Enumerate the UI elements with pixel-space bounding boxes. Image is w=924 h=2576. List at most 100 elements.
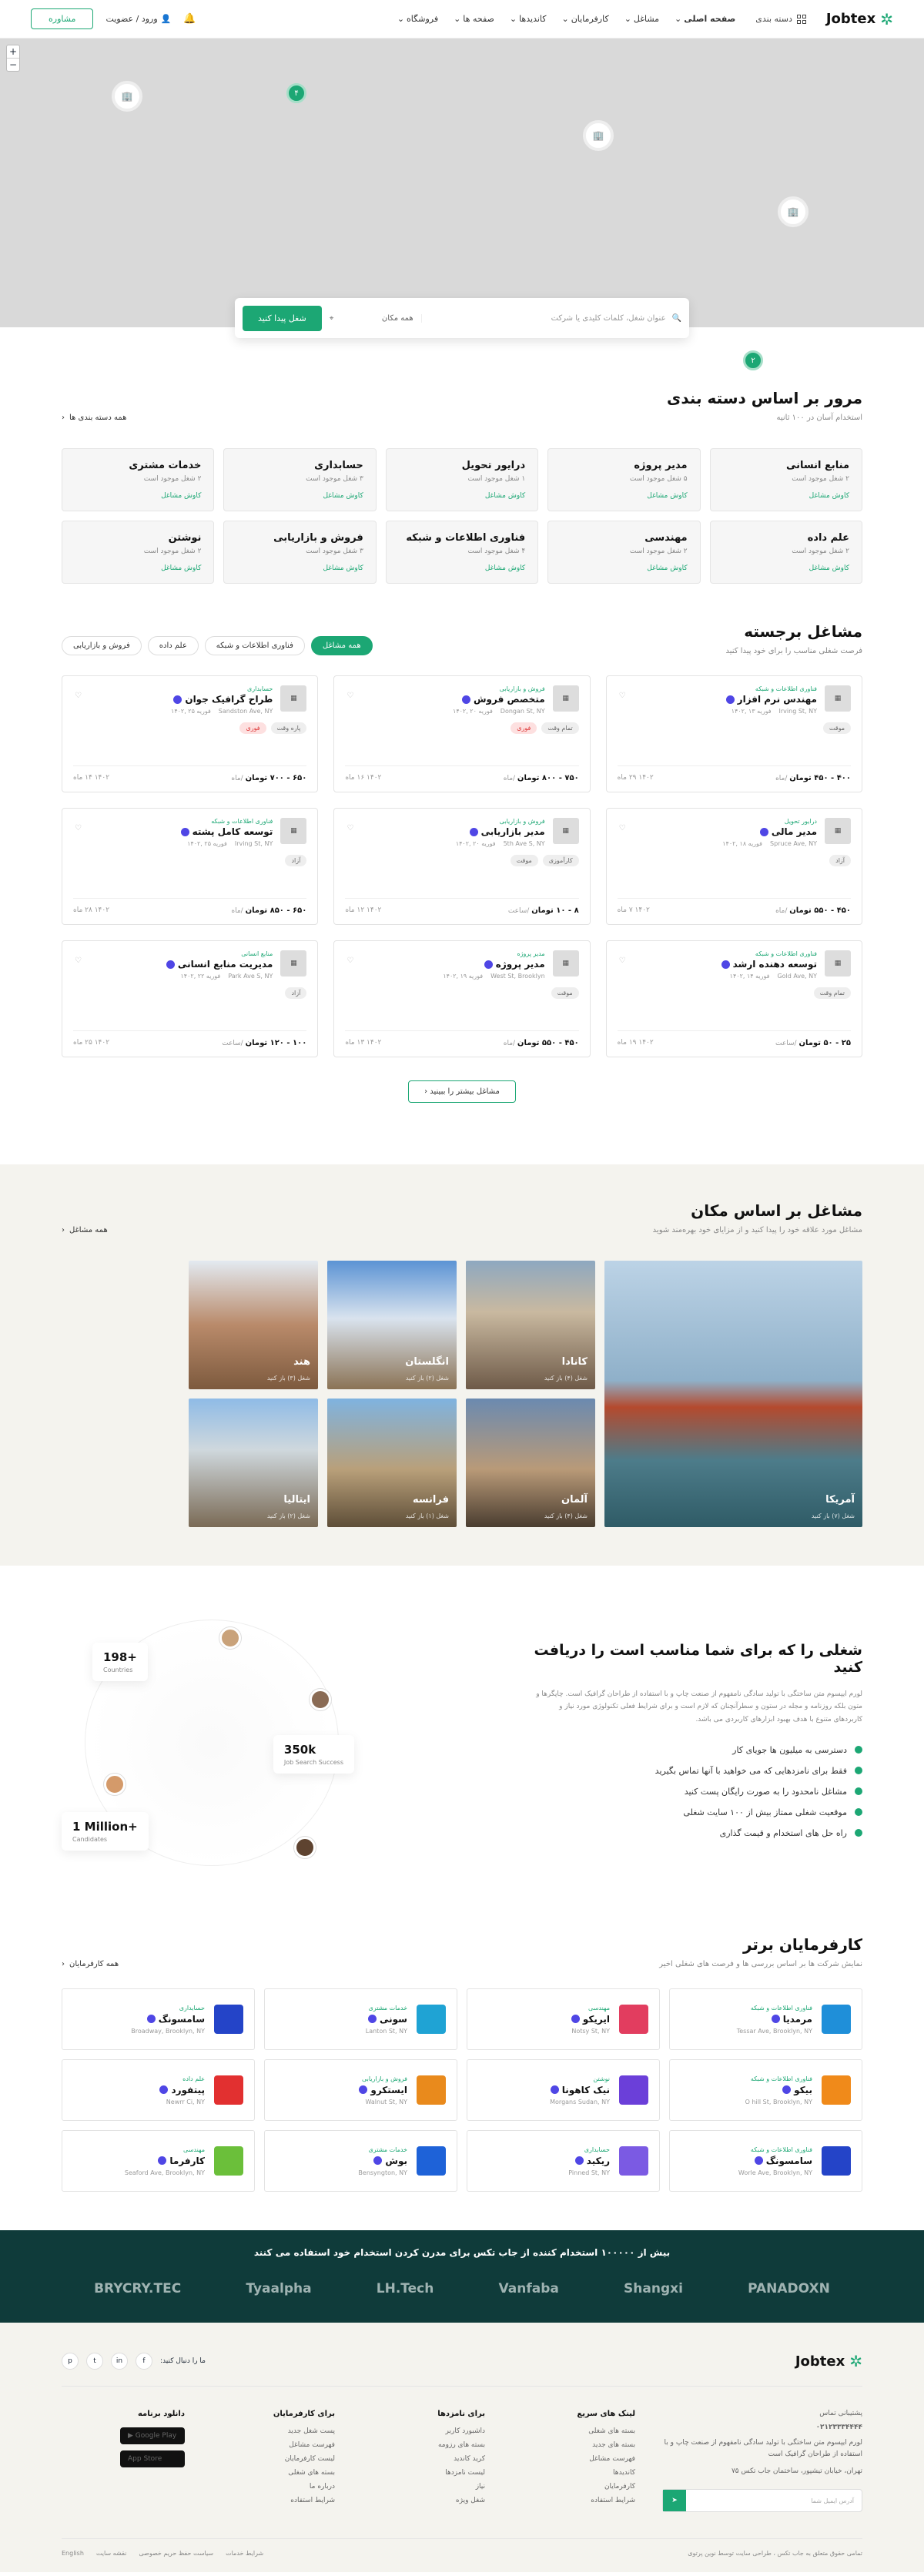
job-title[interactable]: طراح گرافیک جوان — [73, 694, 273, 705]
footer-link[interactable]: بسته های رزومه — [362, 2441, 485, 2449]
bookmark-icon[interactable]: ♡ — [619, 692, 626, 700]
employer-card[interactable]: فناوری اطلاعات و شبکه مرمدیا Tessar Ave,… — [669, 1988, 862, 2050]
bell-icon[interactable]: 🔔 — [183, 13, 196, 25]
zoom-out-button[interactable]: − — [7, 59, 19, 71]
explore-link[interactable]: کاوش مشاغل — [75, 492, 201, 500]
consult-button[interactable]: مشاوره — [31, 8, 94, 29]
bookmark-icon[interactable]: ♡ — [75, 692, 82, 700]
bookmark-icon[interactable]: ♡ — [346, 956, 353, 965]
employer-card[interactable]: علم داده پیتفورد Newrr Ci, NY — [62, 2059, 255, 2121]
footer-link[interactable]: فهرست مشاغل — [212, 2441, 335, 2449]
employer-card[interactable]: مهندسی ایریکو Notsy St, NY — [467, 1988, 660, 2050]
job-title[interactable]: مهندس نرم افزار — [618, 694, 817, 705]
nav-jobs[interactable]: مشاغل ⌄ — [624, 14, 659, 24]
explore-link[interactable]: کاوش مشاغل — [236, 564, 363, 572]
app-store-button[interactable]: App Store — [120, 2450, 185, 2467]
location-card-usa[interactable]: آمریکا شغل (۷) باز کنید — [604, 1261, 862, 1527]
job-card[interactable]: ♡ ▦ درایور تحویل مدیر مالی Spruce Ave, N… — [605, 808, 862, 925]
filter-all[interactable]: همه مشاغل — [310, 636, 373, 655]
linkedin-icon[interactable]: in — [111, 2353, 128, 2370]
employer-name[interactable]: مرمدیا — [737, 2014, 812, 2025]
more-jobs-button[interactable]: مشاغل بیشتر را ببینید ‹ — [408, 1080, 516, 1103]
newsletter-input[interactable]: آدرس ایمیل شما — [686, 2490, 862, 2511]
job-card[interactable]: ♡ ▦ منابع انسانی مدیریت منابع انسانی Par… — [62, 940, 319, 1057]
explore-link[interactable]: کاوش مشاغل — [723, 564, 849, 572]
logo[interactable]: ✲ Jobtex — [826, 10, 893, 28]
job-title[interactable]: مدیر بازاریابی — [345, 826, 545, 837]
view-all-employers-link[interactable]: همه کارفرمایان ‹ — [62, 1960, 119, 1968]
location-card-india[interactable]: هند شغل (۳) باز کنید — [189, 1261, 318, 1389]
footer-link[interactable]: کارفرمایان — [512, 2483, 635, 2491]
employer-name[interactable]: بوش — [358, 2156, 407, 2166]
footer-link[interactable]: شرایط استفاده — [212, 2497, 335, 2504]
employer-name[interactable]: کارفرما — [125, 2156, 205, 2166]
employer-card[interactable]: حسابداری سامسونگ Broadway, Brooklyn, NY — [62, 1988, 255, 2050]
map-marker[interactable]: 🏢 — [583, 120, 614, 151]
employer-card[interactable]: مهندسی کارفرما Seaford Ave, Brooklyn, NY — [62, 2130, 255, 2192]
map-cluster[interactable]: ۴ — [286, 83, 306, 103]
footer-link[interactable]: شغل ویژه — [362, 2497, 485, 2504]
explore-link[interactable]: کاوش مشاغل — [723, 492, 849, 500]
bookmark-icon[interactable]: ♡ — [619, 824, 626, 832]
bookmark-icon[interactable]: ♡ — [619, 956, 626, 965]
footer-bottom-link[interactable]: شرایط خدمات — [226, 2550, 263, 2557]
footer-link[interactable]: فهرست مشاغل — [512, 2455, 635, 2463]
nav-employers[interactable]: کارفرمایان ⌄ — [562, 14, 609, 24]
location-card-england[interactable]: انگلستان شغل (۲) باز کنید — [327, 1261, 457, 1389]
footer-bottom-link[interactable]: نقشه سایت — [96, 2550, 126, 2557]
footer-link[interactable]: پست شغل جدید — [212, 2427, 335, 2435]
location-select[interactable]: همه مکان ⌖ — [330, 313, 422, 323]
category-card[interactable]: نوشتن ۲ شغل موجود است کاوش مشاغل — [62, 521, 215, 584]
footer-link[interactable]: داشبورد کاربر — [362, 2427, 485, 2435]
job-title[interactable]: مدیریت منابع انسانی — [73, 959, 273, 970]
footer-link[interactable]: درباره ما — [212, 2483, 335, 2491]
bookmark-icon[interactable]: ♡ — [346, 824, 353, 832]
location-card-france[interactable]: فرانسه شغل (۱) باز کنید — [327, 1399, 457, 1527]
language-select[interactable]: English — [62, 2550, 84, 2557]
bookmark-icon[interactable]: ♡ — [346, 692, 353, 700]
category-card[interactable]: خدمات مشتری ۲ شغل موجود است کاوش مشاغل — [62, 448, 215, 511]
employer-card[interactable]: فناوری اطلاعات و شبکه سامسونگ Worle Ave,… — [669, 2130, 862, 2192]
category-card[interactable]: فناوری اطلاعات و شبکه ۴ شغل موجود است کاوش… — [385, 521, 539, 584]
employer-name[interactable]: سونی — [366, 2014, 407, 2025]
twitter-icon[interactable]: t — [86, 2353, 103, 2370]
employer-name[interactable]: ایریکو — [571, 2014, 610, 2025]
category-card[interactable]: مهندسی ۲ شغل موجود است کاوش مشاغل — [547, 521, 701, 584]
filter-data-science[interactable]: علم داده — [147, 636, 199, 655]
category-card[interactable]: علم داده ۲ شغل موجود است کاوش مشاغل — [709, 521, 862, 584]
view-all-categories-link[interactable]: همه دسته بندی ها ‹ — [62, 414, 126, 422]
job-title[interactable]: متخصص فروش — [345, 694, 545, 705]
newsletter-submit-button[interactable]: ➤ — [663, 2489, 686, 2511]
location-card-canada[interactable]: کانادا شغل (۴) باز کنید — [466, 1261, 595, 1389]
filter-it[interactable]: فناوری اطلاعات و شبکه — [204, 636, 305, 655]
footer-link[interactable]: لیست نامزدها — [362, 2469, 485, 2477]
job-title[interactable]: مدیر پروژه — [345, 959, 545, 970]
employer-name[interactable]: نیک کاهونا — [550, 2085, 610, 2095]
category-card[interactable]: فروش و بازاریابی ۳ شغل موجود است کاوش مشاغ… — [223, 521, 377, 584]
job-card[interactable]: ♡ ▦ فناوری اطلاعات و شبکه توسعه کامل پشت… — [62, 808, 319, 925]
explore-link[interactable]: کاوش مشاغل — [75, 564, 201, 572]
category-card[interactable]: درایور تحویل ۱ شغل موجود است کاوش مشاغل — [385, 448, 539, 511]
footer-link[interactable]: لیست کارفرمایان — [212, 2455, 335, 2463]
job-title[interactable]: مدیر مالی — [618, 826, 817, 837]
employer-card[interactable]: فناوری اطلاعات و شبکه بیکو O hill St, Br… — [669, 2059, 862, 2121]
nav-shop[interactable]: فروشگاه ⌄ — [397, 14, 438, 24]
employer-card[interactable]: فروش و بازاریابی ایستکرو Walnut St, NY — [264, 2059, 457, 2121]
facebook-icon[interactable]: f — [136, 2353, 152, 2370]
job-card[interactable]: ♡ ▦ فروش و بازاریابی متخصص فروش Dongan S… — [333, 675, 591, 792]
job-card[interactable]: ♡ ▦ فناوری اطلاعات و شبکه توسعه دهنده ار… — [605, 940, 862, 1057]
bookmark-icon[interactable]: ♡ — [75, 824, 82, 832]
map-marker[interactable]: 🏢 — [112, 81, 142, 112]
footer-link[interactable]: شرایط استفاده — [512, 2497, 635, 2504]
nav-pages[interactable]: صفحه ها ⌄ — [454, 14, 494, 24]
footer-link[interactable]: کرید کاندید — [362, 2455, 485, 2463]
explore-link[interactable]: کاوش مشاغل — [236, 492, 363, 500]
footer-link[interactable]: بسته های جدید — [512, 2441, 635, 2449]
category-card[interactable]: حسابداری ۳ شغل موجود است کاوش مشاغل — [223, 448, 377, 511]
pinterest-icon[interactable]: p — [62, 2353, 79, 2370]
job-title[interactable]: توسعه دهنده ارشد — [618, 959, 817, 970]
keyword-field[interactable]: 🔍 عنوان شغل، کلمات کلیدی یا شرکت — [430, 314, 681, 323]
explore-link[interactable]: کاوش مشاغل — [561, 492, 687, 500]
location-card-italy[interactable]: ایتالیا شغل (۲) باز کنید — [189, 1399, 318, 1527]
view-all-jobs-link[interactable]: همه مشاغل ‹ — [62, 1226, 108, 1234]
